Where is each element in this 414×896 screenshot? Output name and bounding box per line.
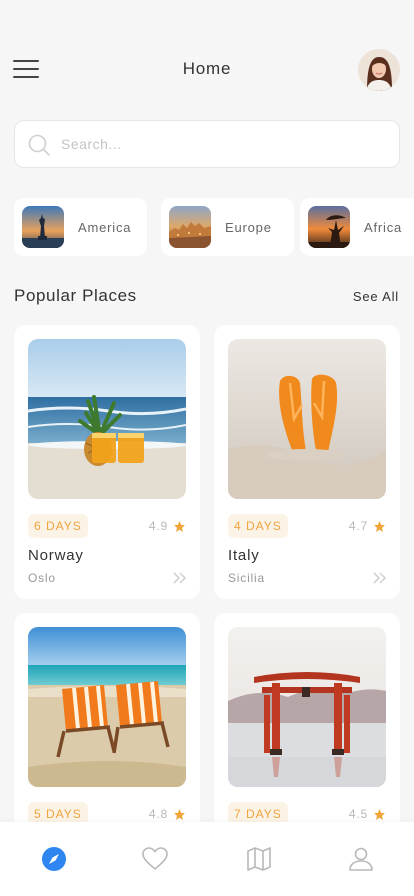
search-icon (28, 134, 50, 156)
see-all-link[interactable]: See All (353, 289, 399, 304)
place-location: Oslo (28, 571, 56, 585)
place-photo (28, 339, 186, 499)
rating-value: 4.9 (148, 519, 168, 533)
rating: 4.7 (349, 519, 386, 533)
rating: 4.8 (149, 807, 186, 821)
place-photo (228, 339, 386, 499)
category-list: America Europe Africa (14, 198, 414, 256)
double-chevron-right-icon[interactable] (172, 571, 188, 585)
user-icon[interactable] (346, 844, 376, 874)
rating-value: 4.7 (348, 519, 368, 533)
duration-badge: 4 DAYS (228, 514, 288, 538)
category-label: Africa (364, 220, 403, 235)
heart-icon[interactable] (140, 844, 170, 874)
rating: 4.5 (349, 807, 386, 821)
place-card-norway[interactable]: 6 DAYS 4.9 Norway Oslo (14, 325, 200, 599)
place-photo (28, 627, 186, 787)
place-card-italy[interactable]: 4 DAYS 4.7 Italy Sicilia (214, 325, 400, 599)
star-icon (374, 520, 385, 532)
star-icon (174, 520, 185, 532)
rating-value: 4.5 (348, 807, 368, 821)
bottom-navigation (0, 822, 414, 896)
rating: 4.9 (149, 519, 186, 533)
search-input[interactable] (61, 129, 381, 159)
header: Home (0, 44, 414, 96)
star-icon (174, 808, 185, 820)
compass-icon[interactable] (39, 844, 69, 874)
category-america[interactable]: America (14, 198, 147, 256)
rating-value: 4.8 (148, 807, 168, 821)
africa-thumbnail (308, 206, 350, 248)
place-name: Norway (28, 547, 84, 564)
category-label: Europe (225, 220, 272, 235)
avatar[interactable] (358, 49, 400, 91)
category-europe[interactable]: Europe (161, 198, 294, 256)
category-africa[interactable]: Africa (300, 198, 414, 256)
search-bar (14, 120, 400, 168)
america-thumbnail (22, 206, 64, 248)
map-icon[interactable] (244, 844, 274, 874)
europe-thumbnail (169, 206, 211, 248)
double-chevron-right-icon[interactable] (372, 571, 388, 585)
place-name: Italy (228, 547, 260, 564)
place-photo (228, 627, 386, 787)
duration-badge: 6 DAYS (28, 514, 88, 538)
category-label: America (78, 220, 132, 235)
star-icon (374, 808, 385, 820)
place-location: Sicilia (228, 571, 265, 585)
section-title: Popular Places (14, 286, 137, 305)
page-title: Home (182, 59, 232, 78)
